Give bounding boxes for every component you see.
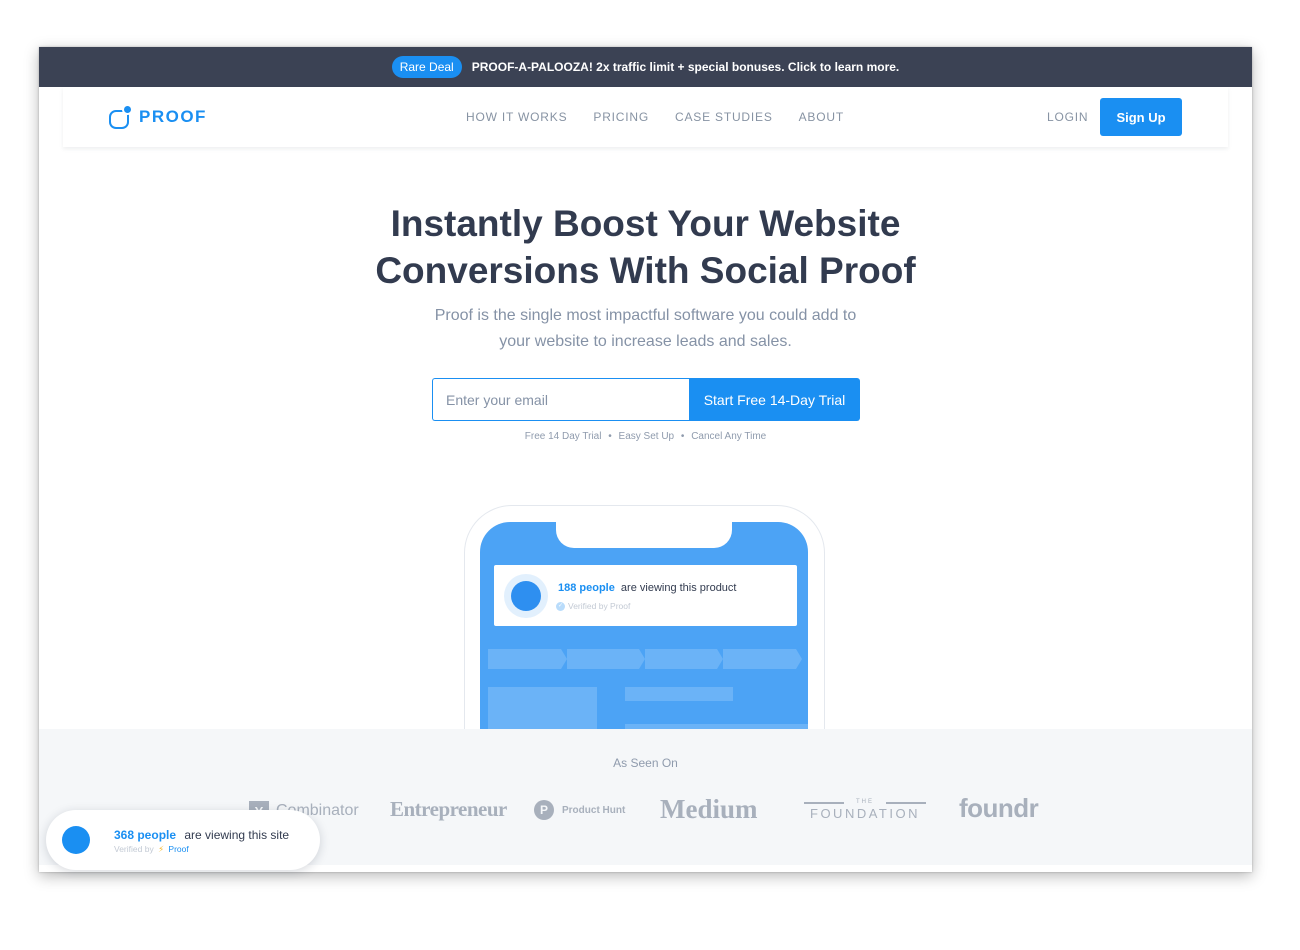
verified-text: Verified by Proof: [568, 601, 631, 611]
main-menu: HOW IT WORKS PRICING CASE STUDIES ABOUT: [466, 87, 870, 147]
viewer-count: 188 people: [558, 582, 615, 594]
toast-viewer-count: 368 people: [114, 828, 177, 842]
nav-how-it-works[interactable]: HOW IT WORKS: [466, 110, 567, 124]
hero-subtitle-line-2: your website to increase leads and sales…: [499, 333, 792, 350]
phone-notch: [556, 522, 732, 548]
foundation-the: THE: [804, 799, 926, 805]
start-trial-button[interactable]: Start Free 14-Day Trial: [689, 378, 860, 421]
product-hunt-mark: P: [534, 800, 554, 820]
top-navigation: PROOF HOW IT WORKS PRICING CASE STUDIES …: [63, 87, 1228, 147]
hero-title: Instantly Boost Your Website Conversions…: [39, 200, 1252, 294]
nav-case-studies[interactable]: CASE STUDIES: [675, 110, 773, 124]
feature-cancel-any-time: Cancel Any Time: [691, 431, 767, 442]
hero-subtitle: Proof is the single most impactful softw…: [39, 303, 1252, 355]
content-placeholder-line: [625, 687, 733, 701]
as-seen-on-title: As Seen On: [613, 756, 678, 770]
toast-viewing-text: are viewing this site: [184, 828, 290, 842]
foundation-text: FOUNDATION: [810, 806, 920, 821]
social-proof-notification[interactable]: 368 people are viewing this site Verifie…: [46, 810, 320, 870]
viewing-message: 188 people are viewing this product: [558, 582, 736, 594]
trial-features: Free 14 Day Trial • Easy Set Up • Cancel…: [39, 431, 1252, 442]
content-placeholder-block: [488, 687, 597, 732]
hero-title-line-2: Conversions With Social Proof: [375, 250, 916, 291]
toast-brand[interactable]: Proof: [168, 844, 188, 854]
toast-verified-by: Verified by ⚡ Proof: [114, 844, 189, 855]
feature-separator: •: [608, 431, 612, 442]
visitor-avatar-icon: [504, 574, 548, 618]
product-hunt-logo: P Product Hunt: [534, 800, 625, 820]
proof-logo-text: PROOF: [139, 107, 207, 126]
email-input[interactable]: Enter your email: [432, 378, 689, 421]
bolt-icon: ⚡: [158, 844, 165, 854]
medium-logo: Medium: [660, 794, 758, 824]
hero-title-line-1: Instantly Boost Your Website: [390, 203, 901, 244]
check-circle-icon: ✓: [556, 601, 565, 611]
foundr-logo: foundr: [959, 793, 1039, 823]
entrepreneur-logo: Entrepreneur: [390, 797, 507, 821]
progress-step-placeholder: [723, 649, 802, 669]
feature-separator: •: [680, 431, 685, 442]
verified-by: ✓ Verified by Proof: [556, 601, 630, 611]
toast-message: 368 people are viewing this site: [114, 828, 289, 842]
hero-subtitle-line-1: Proof is the single most impactful softw…: [434, 307, 857, 324]
feature-free-trial: Free 14 Day Trial: [524, 431, 602, 442]
visitor-dot-icon: [62, 826, 90, 854]
sign-up-button[interactable]: Sign Up: [1100, 98, 1182, 136]
toast-verified-prefix: Verified by: [114, 844, 154, 854]
progress-step-placeholder: [488, 649, 567, 669]
nav-pricing[interactable]: PRICING: [593, 110, 649, 124]
progress-step-placeholder: [645, 649, 723, 669]
social-proof-card: 188 people are viewing this product ✓ Ve…: [494, 565, 797, 626]
phone-screen: 188 people are viewing this product ✓ Ve…: [480, 522, 808, 732]
browser-viewport: Rare Deal PROOF-A-PALOOZA! 2x traffic li…: [39, 47, 1252, 872]
product-hunt-text: Product Hunt: [562, 804, 626, 816]
viewing-text: are viewing this product: [620, 582, 737, 594]
proof-logo[interactable]: PROOF: [109, 104, 207, 130]
promo-message[interactable]: PROOF-A-PALOOZA! 2x traffic limit + spec…: [472, 60, 900, 74]
promo-bar[interactable]: Rare Deal PROOF-A-PALOOZA! 2x traffic li…: [39, 47, 1252, 87]
the-foundation-logo: THE FOUNDATION: [804, 799, 926, 821]
progress-step-placeholder: [567, 649, 645, 669]
rare-deal-badge[interactable]: Rare Deal: [391, 56, 462, 78]
nav-about[interactable]: ABOUT: [799, 110, 844, 124]
login-link[interactable]: LOGIN: [1047, 110, 1088, 124]
proof-logo-icon: [109, 104, 133, 130]
feature-easy-setup: Easy Set Up: [618, 431, 675, 442]
